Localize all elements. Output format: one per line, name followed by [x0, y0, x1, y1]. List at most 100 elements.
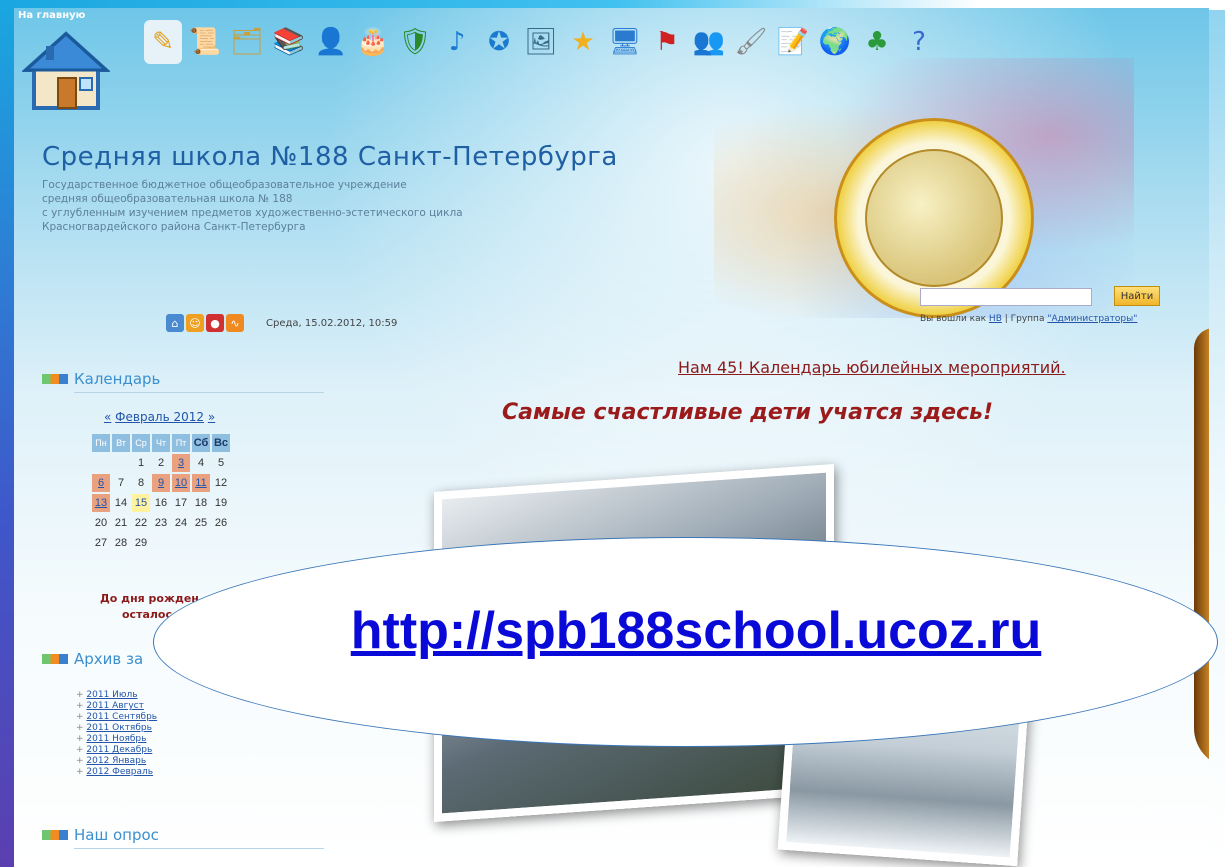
user-small-icon[interactable]: ☺ — [186, 314, 204, 332]
calendar-day-event[interactable]: 13 — [92, 494, 110, 512]
books-icon[interactable]: 📚 — [270, 20, 308, 64]
people-icon[interactable]: 👥 — [690, 20, 728, 64]
login-group-link[interactable]: "Администраторы" — [1047, 314, 1137, 324]
home-small-icon[interactable]: ⌂ — [166, 314, 184, 332]
home-link[interactable]: На главную — [18, 10, 85, 21]
calendar-day — [192, 534, 210, 552]
calendar-month-link[interactable]: Февраль 2012 — [115, 410, 204, 424]
archive-link[interactable]: 2011 Октябрь — [86, 723, 152, 733]
subtitle-line: средняя общеобразовательная школа № 188 — [42, 193, 293, 205]
pencil-icon[interactable]: ✎ — [144, 20, 182, 64]
globe-icon[interactable]: 🌍 — [816, 20, 854, 64]
document-icon[interactable]: 📝 — [774, 20, 812, 64]
calendar-day: 24 — [174, 517, 188, 529]
search-input[interactable] — [920, 288, 1092, 306]
record-small-icon[interactable]: ● — [206, 314, 224, 332]
archive-link[interactable]: 2012 Февраль — [86, 767, 153, 777]
person-icon[interactable]: 👤 — [312, 20, 350, 64]
brush-icon[interactable]: 🖌 — [732, 20, 770, 64]
calendar-week: 6 7 8 9 10 11 12 — [92, 474, 230, 492]
anniversary-link[interactable]: Нам 45! Календарь юбилейных мероприятий. — [678, 358, 1066, 377]
rss-icon[interactable]: ∿ — [226, 314, 244, 332]
photos-icon[interactable]: 🖼 — [522, 20, 560, 64]
archive-item[interactable]: 2011 Август — [76, 701, 157, 712]
music-note-icon[interactable]: ♪ — [438, 20, 476, 64]
archive-block-title: Архив за — [42, 650, 143, 668]
shield-icon[interactable]: 🛡 — [396, 20, 434, 64]
star-badge-icon[interactable]: ✪ — [480, 20, 518, 64]
archive-link[interactable]: 2011 Ноябрь — [86, 734, 146, 744]
scroll-icon[interactable]: 📜 — [186, 20, 224, 64]
calendar-day: 16 — [154, 497, 168, 509]
calendar-day: 23 — [154, 517, 168, 529]
calendar-day: 26 — [214, 517, 228, 529]
archive-item[interactable]: 2011 Ноябрь — [76, 734, 157, 745]
calendar-nav: « Февраль 2012 » — [104, 410, 215, 424]
block-divider — [74, 392, 324, 393]
weekday-cell: Вт — [112, 434, 130, 452]
archive-link[interactable]: 2011 Декабрь — [86, 745, 152, 755]
archive-list: 2011 Июль 2011 Август 2011 Сентябрь 2011… — [76, 690, 157, 778]
emblem-center — [865, 149, 1003, 287]
login-sep: | Группа — [1004, 314, 1045, 324]
papers-icon[interactable]: 🗂 — [228, 20, 266, 64]
weekday-cell: Ср — [132, 434, 150, 452]
login-info: Вы вошли как НВ | Группа "Администраторы… — [920, 314, 1137, 324]
block-bullet-icon — [42, 654, 68, 664]
green-person-icon[interactable]: ♣ — [858, 20, 896, 64]
block-divider — [74, 848, 324, 849]
calendar-day-event[interactable]: 9 — [152, 474, 170, 492]
trophy-image — [1194, 328, 1209, 768]
help-icon[interactable]: ? — [900, 20, 938, 64]
archive-item[interactable]: 2012 Февраль — [76, 767, 157, 778]
calendar-week: 27 28 29 — [92, 534, 230, 552]
calendar-prev-link[interactable]: « — [104, 410, 111, 424]
archive-link[interactable]: 2012 Январь — [86, 756, 146, 766]
archive-link[interactable]: 2011 Сентябрь — [86, 712, 157, 722]
login-prefix: Вы вошли как — [920, 314, 987, 324]
monitor-icon[interactable]: 🖥 — [606, 20, 644, 64]
calendar-day: 17 — [174, 497, 188, 509]
calendar-day-event[interactable]: 10 — [172, 474, 190, 492]
archive-link[interactable]: 2011 Июль — [86, 690, 137, 700]
calendar-day — [152, 534, 170, 552]
calendar-day: 12 — [214, 477, 228, 489]
site-subtitle: Государственное бюджетное общеобразовате… — [42, 178, 642, 234]
calendar-day: 18 — [194, 497, 208, 509]
archive-item[interactable]: 2012 Январь — [76, 756, 157, 767]
site-url-link[interactable]: http://spb188school.ucoz.ru — [216, 588, 1176, 674]
calendar-table: Пн Вт Ср Чт Пт Сб Вс 1 2 3 4 5 6 7 8 9 1… — [90, 432, 232, 554]
archive-item[interactable]: 2011 Декабрь — [76, 745, 157, 756]
archive-item[interactable]: 2011 Сентябрь — [76, 712, 157, 723]
calendar-day-event[interactable]: 6 — [92, 474, 110, 492]
calendar-day-event[interactable]: 11 — [192, 474, 210, 492]
calendar-week: 20 21 22 23 24 25 26 — [92, 514, 230, 532]
calendar-day: 2 — [157, 457, 165, 469]
star-icon[interactable]: ★ — [564, 20, 602, 64]
calendar-day: 7 — [117, 477, 125, 489]
calendar-next-link[interactable]: » — [208, 410, 215, 424]
calendar-day-today[interactable]: 15 — [132, 494, 150, 512]
calendar-day: 22 — [134, 517, 148, 529]
house-icon[interactable] — [22, 30, 110, 112]
calendar-day: 5 — [217, 457, 225, 469]
cake-icon[interactable]: 🎂 — [354, 20, 392, 64]
login-user-link[interactable]: НВ — [989, 314, 1002, 324]
birthday-countdown: До дня рожден — [100, 592, 199, 605]
search-button[interactable]: Найти — [1114, 286, 1160, 306]
archive-item[interactable]: 2011 Октябрь — [76, 723, 157, 734]
archive-link[interactable]: 2011 Август — [86, 701, 143, 711]
calendar-weekdays: Пн Вт Ср Чт Пт Сб Вс — [92, 434, 230, 452]
calendar-day-event[interactable]: 3 — [172, 454, 190, 472]
calendar-day: 21 — [114, 517, 128, 529]
calendar-day: 8 — [137, 477, 145, 489]
weekday-cell: Сб — [192, 434, 210, 452]
calendar-week: 1 2 3 4 5 — [92, 454, 230, 472]
calendar-title: Календарь — [74, 370, 161, 388]
archive-item[interactable]: 2011 Июль — [76, 690, 157, 701]
calendar-block-title: Календарь — [42, 370, 160, 388]
flag-icon[interactable]: ⚑ — [648, 20, 686, 64]
block-bullet-icon — [42, 374, 68, 384]
block-bullet-icon — [42, 830, 68, 840]
poll-block-title: Наш опрос — [42, 826, 159, 844]
